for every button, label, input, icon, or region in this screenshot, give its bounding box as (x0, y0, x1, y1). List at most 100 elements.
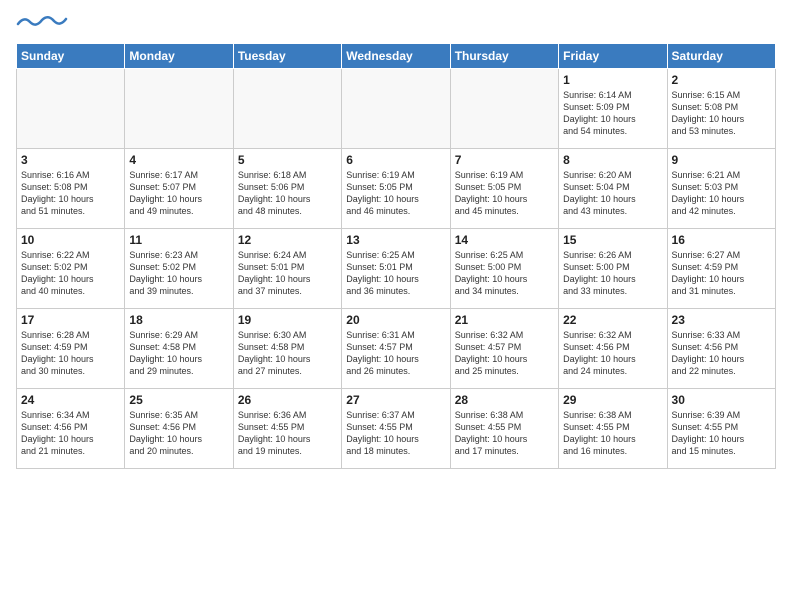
day-number: 20 (346, 313, 445, 327)
week-row-2: 3 Sunrise: 6:16 AM Sunset: 5:08 PM Daylig… (17, 149, 776, 229)
day-number: 13 (346, 233, 445, 247)
day-number: 3 (21, 153, 120, 167)
day-cell: 13 Sunrise: 6:25 AM Sunset: 5:01 PM Dayli… (342, 229, 450, 309)
day-number: 17 (21, 313, 120, 327)
day-info: Sunrise: 6:26 AM Sunset: 5:00 PM Dayligh… (563, 249, 662, 298)
weekday-thursday: Thursday (450, 44, 558, 69)
day-cell: 17 Sunrise: 6:28 AM Sunset: 4:59 PM Dayli… (17, 309, 125, 389)
day-number: 2 (672, 73, 771, 87)
day-cell: 22 Sunrise: 6:32 AM Sunset: 4:56 PM Dayli… (559, 309, 667, 389)
day-cell (125, 69, 233, 149)
day-number: 18 (129, 313, 228, 327)
day-info: Sunrise: 6:27 AM Sunset: 4:59 PM Dayligh… (672, 249, 771, 298)
day-info: Sunrise: 6:19 AM Sunset: 5:05 PM Dayligh… (346, 169, 445, 218)
day-info: Sunrise: 6:18 AM Sunset: 5:06 PM Dayligh… (238, 169, 337, 218)
day-number: 11 (129, 233, 228, 247)
day-number: 23 (672, 313, 771, 327)
day-info: Sunrise: 6:25 AM Sunset: 5:01 PM Dayligh… (346, 249, 445, 298)
day-cell: 12Sunrise: 6:24 AM Sunset: 5:01 PM Dayli… (233, 229, 341, 309)
day-number: 21 (455, 313, 554, 327)
day-info: Sunrise: 6:23 AM Sunset: 5:02 PM Dayligh… (129, 249, 228, 298)
day-cell: 8 Sunrise: 6:20 AM Sunset: 5:04 PM Daylig… (559, 149, 667, 229)
day-number: 27 (346, 393, 445, 407)
day-number: 16 (672, 233, 771, 247)
day-info: Sunrise: 6:32 AM Sunset: 4:56 PM Dayligh… (563, 329, 662, 378)
day-number: 8 (563, 153, 662, 167)
day-number: 4 (129, 153, 228, 167)
day-number: 26 (238, 393, 337, 407)
day-cell: 6 Sunrise: 6:19 AM Sunset: 5:05 PM Daylig… (342, 149, 450, 229)
day-cell: 1 Sunrise: 6:14 AM Sunset: 5:09 PM Daylig… (559, 69, 667, 149)
day-cell: 27 Sunrise: 6:37 AM Sunset: 4:55 PM Dayli… (342, 389, 450, 469)
logo (16, 16, 68, 33)
day-info: Sunrise: 6:16 AM Sunset: 5:08 PM Dayligh… (21, 169, 120, 218)
day-cell (450, 69, 558, 149)
day-cell: 29 Sunrise: 6:38 AM Sunset: 4:55 PM Dayli… (559, 389, 667, 469)
day-cell: 28 Sunrise: 6:38 AM Sunset: 4:55 PM Dayli… (450, 389, 558, 469)
weekday-friday: Friday (559, 44, 667, 69)
day-info: Sunrise: 6:29 AM Sunset: 4:58 PM Dayligh… (129, 329, 228, 378)
day-info: Sunrise: 6:30 AM Sunset: 4:58 PM Dayligh… (238, 329, 337, 378)
day-number: 1 (563, 73, 662, 87)
day-cell: 18 Sunrise: 6:29 AM Sunset: 4:58 PM Dayli… (125, 309, 233, 389)
day-info: Sunrise: 6:38 AM Sunset: 4:55 PM Dayligh… (563, 409, 662, 458)
day-number: 30 (672, 393, 771, 407)
day-number: 12 (238, 233, 337, 247)
day-cell: 19 Sunrise: 6:30 AM Sunset: 4:58 PM Dayli… (233, 309, 341, 389)
day-info: Sunrise: 6:38 AM Sunset: 4:55 PM Dayligh… (455, 409, 554, 458)
day-cell: 11 Sunrise: 6:23 AM Sunset: 5:02 PM Dayli… (125, 229, 233, 309)
day-cell: 2 Sunrise: 6:15 AM Sunset: 5:08 PM Daylig… (667, 69, 775, 149)
day-info: Sunrise: 6:17 AM Sunset: 5:07 PM Dayligh… (129, 169, 228, 218)
day-cell: 25 Sunrise: 6:35 AM Sunset: 4:56 PM Dayli… (125, 389, 233, 469)
day-number: 29 (563, 393, 662, 407)
day-cell: 23Sunrise: 6:33 AM Sunset: 4:56 PM Dayli… (667, 309, 775, 389)
day-number: 22 (563, 313, 662, 327)
day-cell: 16 Sunrise: 6:27 AM Sunset: 4:59 PM Dayli… (667, 229, 775, 309)
page: SundayMondayTuesdayWednesdayThursdayFrid… (0, 0, 792, 612)
week-row-4: 17 Sunrise: 6:28 AM Sunset: 4:59 PM Dayli… (17, 309, 776, 389)
day-number: 6 (346, 153, 445, 167)
day-number: 25 (129, 393, 228, 407)
day-cell (233, 69, 341, 149)
day-info: Sunrise: 6:35 AM Sunset: 4:56 PM Dayligh… (129, 409, 228, 458)
day-number: 15 (563, 233, 662, 247)
day-info: Sunrise: 6:36 AM Sunset: 4:55 PM Dayligh… (238, 409, 337, 458)
header (16, 16, 776, 33)
day-info: Sunrise: 6:25 AM Sunset: 5:00 PM Dayligh… (455, 249, 554, 298)
weekday-saturday: Saturday (667, 44, 775, 69)
day-info: Sunrise: 6:39 AM Sunset: 4:55 PM Dayligh… (672, 409, 771, 458)
day-info: Sunrise: 6:28 AM Sunset: 4:59 PM Dayligh… (21, 329, 120, 378)
weekday-tuesday: Tuesday (233, 44, 341, 69)
week-row-1: 1 Sunrise: 6:14 AM Sunset: 5:09 PM Daylig… (17, 69, 776, 149)
day-cell: 10Sunrise: 6:22 AM Sunset: 5:02 PM Dayli… (17, 229, 125, 309)
day-cell: 3 Sunrise: 6:16 AM Sunset: 5:08 PM Daylig… (17, 149, 125, 229)
day-info: Sunrise: 6:21 AM Sunset: 5:03 PM Dayligh… (672, 169, 771, 218)
day-number: 24 (21, 393, 120, 407)
day-cell (17, 69, 125, 149)
weekday-header-row: SundayMondayTuesdayWednesdayThursdayFrid… (17, 44, 776, 69)
day-number: 28 (455, 393, 554, 407)
logo-wave-icon (16, 14, 68, 28)
weekday-monday: Monday (125, 44, 233, 69)
day-cell (342, 69, 450, 149)
day-info: Sunrise: 6:32 AM Sunset: 4:57 PM Dayligh… (455, 329, 554, 378)
weekday-sunday: Sunday (17, 44, 125, 69)
day-number: 19 (238, 313, 337, 327)
day-cell: 24 Sunrise: 6:34 AM Sunset: 4:56 PM Dayli… (17, 389, 125, 469)
day-number: 9 (672, 153, 771, 167)
day-cell: 15 Sunrise: 6:26 AM Sunset: 5:00 PM Dayli… (559, 229, 667, 309)
day-cell: 14Sunrise: 6:25 AM Sunset: 5:00 PM Dayli… (450, 229, 558, 309)
day-info: Sunrise: 6:20 AM Sunset: 5:04 PM Dayligh… (563, 169, 662, 218)
day-info: Sunrise: 6:14 AM Sunset: 5:09 PM Dayligh… (563, 89, 662, 138)
week-row-3: 10Sunrise: 6:22 AM Sunset: 5:02 PM Dayli… (17, 229, 776, 309)
day-cell: 21 Sunrise: 6:32 AM Sunset: 4:57 PM Dayli… (450, 309, 558, 389)
day-cell: 20 Sunrise: 6:31 AM Sunset: 4:57 PM Dayli… (342, 309, 450, 389)
week-row-5: 24 Sunrise: 6:34 AM Sunset: 4:56 PM Dayli… (17, 389, 776, 469)
day-info: Sunrise: 6:34 AM Sunset: 4:56 PM Dayligh… (21, 409, 120, 458)
day-info: Sunrise: 6:31 AM Sunset: 4:57 PM Dayligh… (346, 329, 445, 378)
day-cell: 30 Sunrise: 6:39 AM Sunset: 4:55 PM Dayli… (667, 389, 775, 469)
day-info: Sunrise: 6:15 AM Sunset: 5:08 PM Dayligh… (672, 89, 771, 138)
calendar: SundayMondayTuesdayWednesdayThursdayFrid… (16, 43, 776, 469)
weekday-wednesday: Wednesday (342, 44, 450, 69)
day-info: Sunrise: 6:37 AM Sunset: 4:55 PM Dayligh… (346, 409, 445, 458)
